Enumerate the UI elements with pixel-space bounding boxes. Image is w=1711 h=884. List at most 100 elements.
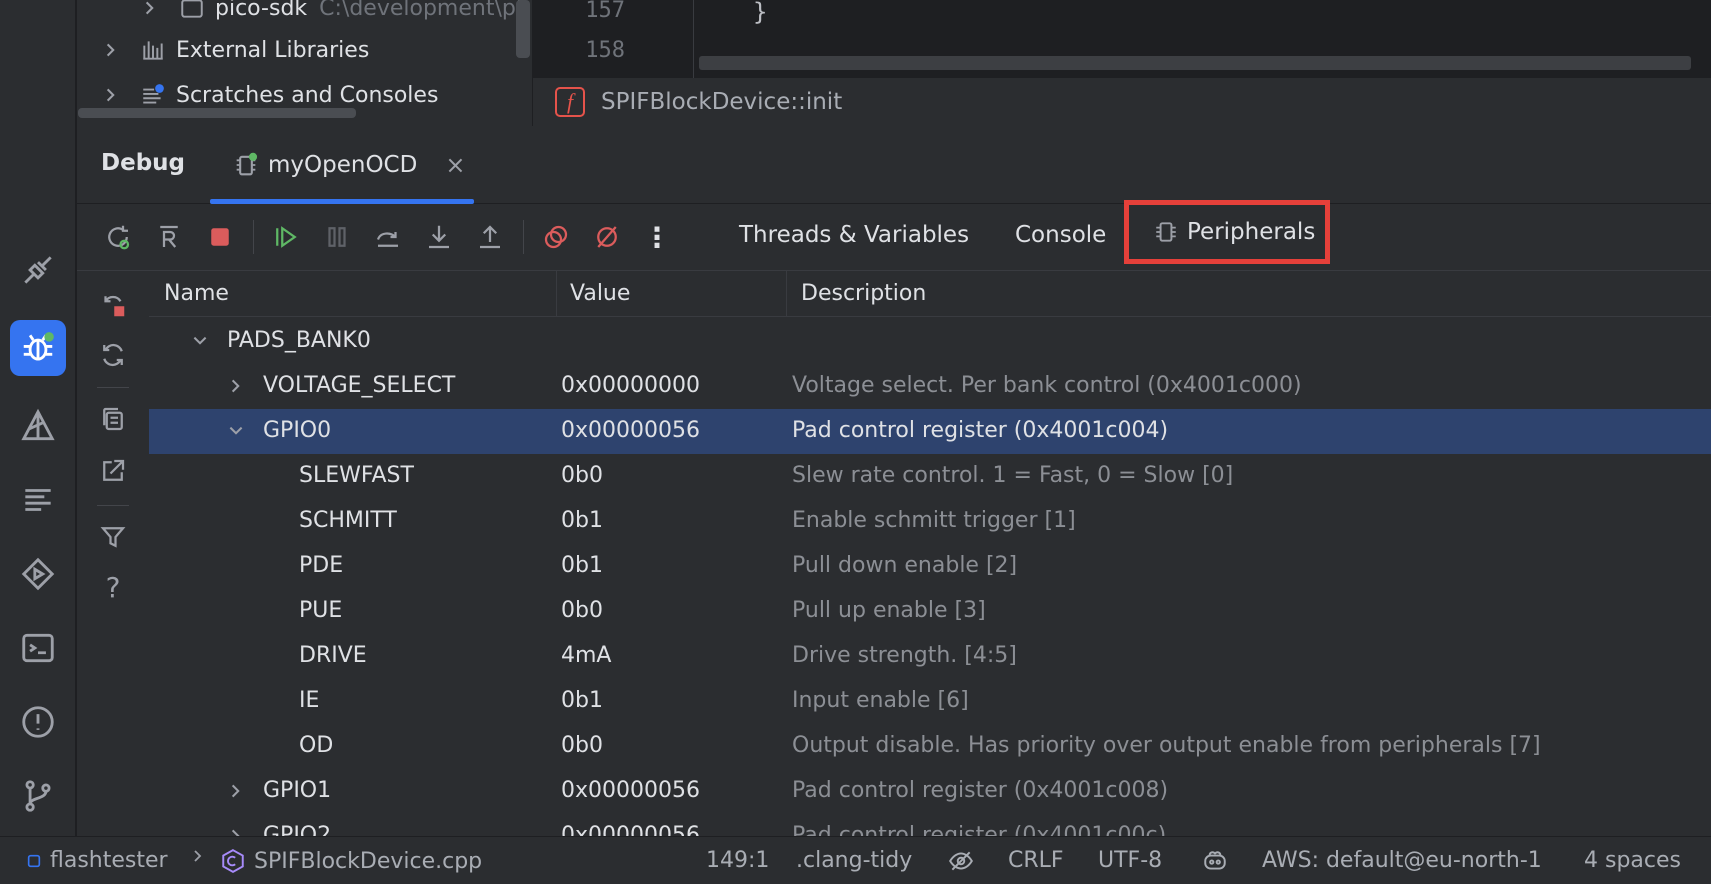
chevron-right-icon[interactable] bbox=[102, 86, 120, 104]
table-row[interactable]: VOLTAGE_SELECT 0x00000000 Voltage select… bbox=[149, 364, 1711, 409]
terminal-icon[interactable] bbox=[10, 620, 66, 676]
status-line-separator[interactable]: CRLF bbox=[1008, 848, 1064, 873]
chevron-right-icon[interactable] bbox=[141, 0, 159, 17]
copy-icon[interactable] bbox=[95, 401, 131, 437]
column-header-description[interactable]: Description bbox=[801, 281, 926, 306]
row-value[interactable]: 0x00000000 bbox=[561, 373, 700, 398]
stop-icon[interactable] bbox=[201, 218, 239, 256]
tab-myopenocd[interactable]: myOpenOCD × bbox=[210, 126, 474, 204]
table-row[interactable]: IE 0b1 Input enable [6] bbox=[149, 679, 1711, 724]
table-row[interactable]: PDE 0b1 Pull down enable [2] bbox=[149, 544, 1711, 589]
chevron-right-icon bbox=[190, 848, 206, 864]
export-icon[interactable] bbox=[95, 453, 131, 489]
status-caret-position[interactable]: 149:1 bbox=[706, 848, 769, 873]
filter-icon[interactable] bbox=[95, 519, 131, 555]
row-name: PADS_BANK0 bbox=[227, 328, 371, 353]
tab-peripherals[interactable]: Peripherals bbox=[1124, 200, 1330, 264]
table-row[interactable]: PUE 0b0 Pull up enable [3] bbox=[149, 589, 1711, 634]
row-value[interactable]: 4mA bbox=[561, 643, 611, 668]
column-resize-handle[interactable] bbox=[556, 271, 557, 317]
git-branch-icon[interactable] bbox=[10, 768, 66, 824]
horizontal-scrollbar[interactable] bbox=[78, 108, 356, 118]
row-value[interactable]: 0x00000056 bbox=[561, 418, 700, 443]
library-icon bbox=[143, 41, 163, 60]
tree-item-pico-sdk[interactable]: pico-sdk C:\development\pi bbox=[141, 0, 522, 28]
problems-icon[interactable] bbox=[10, 694, 66, 750]
row-value[interactable]: 0x00000056 bbox=[561, 823, 700, 836]
table-row[interactable]: DRIVE 4mA Drive strength. [4:5] bbox=[149, 634, 1711, 679]
table-row[interactable]: PADS_BANK0 bbox=[149, 319, 1711, 364]
step-into-icon[interactable] bbox=[420, 218, 458, 256]
activity-bar bbox=[0, 0, 76, 836]
tree-item-label: pico-sdk bbox=[215, 0, 308, 21]
line-number: 157 bbox=[585, 0, 625, 23]
restart-icon[interactable] bbox=[150, 218, 188, 256]
tab-threads-variables[interactable]: Threads & Variables bbox=[739, 222, 969, 248]
row-value[interactable]: 0b0 bbox=[561, 733, 603, 758]
status-encoding[interactable]: UTF-8 bbox=[1098, 848, 1162, 873]
mute-breakpoints-icon[interactable] bbox=[588, 218, 626, 256]
eye-crossed-icon[interactable] bbox=[948, 848, 974, 874]
chevron-down-icon[interactable] bbox=[191, 332, 209, 350]
peripherals-table: Name Value Description PADS_BANK0 VOLTAG… bbox=[149, 271, 1711, 836]
tree-item-external-libraries[interactable]: External Libraries bbox=[102, 30, 369, 70]
status-file[interactable]: SPIFBlockDevice.cpp bbox=[220, 848, 482, 874]
cpp-file-icon bbox=[222, 849, 244, 873]
row-value[interactable]: 0b1 bbox=[561, 508, 603, 533]
triangle-icon[interactable] bbox=[10, 398, 66, 454]
row-value[interactable]: 0b1 bbox=[561, 553, 603, 578]
table-row[interactable]: GPIO1 0x00000056 Pad control register (0… bbox=[149, 769, 1711, 814]
debug-icon[interactable] bbox=[10, 320, 66, 376]
help-icon[interactable]: ? bbox=[95, 569, 131, 605]
refresh-icon[interactable] bbox=[95, 337, 131, 373]
copilot-icon[interactable] bbox=[1202, 848, 1228, 874]
plug-icon[interactable] bbox=[10, 242, 66, 298]
status-file-label: SPIFBlockDevice.cpp bbox=[254, 848, 483, 874]
table-row[interactable]: GPIO2 0x00000056 Pad control register (0… bbox=[149, 814, 1711, 836]
table-row[interactable]: OD 0b0 Output disable. Has priority over… bbox=[149, 724, 1711, 769]
row-value[interactable]: 0b0 bbox=[561, 598, 603, 623]
status-project-label: flashtester bbox=[50, 848, 168, 873]
reset-icon[interactable] bbox=[95, 287, 131, 323]
chip-icon bbox=[236, 152, 258, 176]
run-icon[interactable] bbox=[10, 546, 66, 602]
vertical-scrollbar[interactable] bbox=[516, 0, 530, 58]
pause-icon[interactable] bbox=[318, 218, 356, 256]
table-row[interactable]: SCHMITT 0b1 Enable schmitt trigger [1] bbox=[149, 499, 1711, 544]
status-clang-tidy[interactable]: .clang-tidy bbox=[796, 848, 912, 873]
chevron-right-icon[interactable] bbox=[102, 41, 120, 59]
column-header-name[interactable]: Name bbox=[164, 281, 229, 306]
more-options-icon[interactable]: ⋮ bbox=[638, 218, 676, 256]
column-header-value[interactable]: Value bbox=[570, 281, 630, 306]
table-row-selected[interactable]: GPIO0 0x00000056 Pad control register (0… bbox=[149, 409, 1711, 454]
scratches-icon bbox=[143, 84, 164, 104]
row-name: GPIO1 bbox=[263, 778, 332, 803]
structure-icon[interactable] bbox=[10, 472, 66, 528]
status-aws-profile[interactable]: AWS: default@eu-north-1 bbox=[1262, 848, 1542, 873]
step-over-icon[interactable] bbox=[369, 218, 407, 256]
chevron-down-icon[interactable] bbox=[227, 422, 245, 440]
breadcrumb-function[interactable]: SPIFBlockDevice::init bbox=[601, 89, 842, 115]
view-breakpoints-icon[interactable] bbox=[537, 218, 575, 256]
row-value[interactable]: 0b1 bbox=[561, 688, 603, 713]
status-indent[interactable]: 4 spaces bbox=[1584, 848, 1681, 873]
code-line[interactable]: } bbox=[753, 0, 767, 26]
chevron-right-icon[interactable] bbox=[227, 782, 245, 800]
tree-item-label: External Libraries bbox=[176, 37, 370, 63]
chevron-right-icon[interactable] bbox=[227, 827, 245, 837]
row-description: Voltage select. Per bank control (0x4001… bbox=[792, 373, 1302, 398]
row-value[interactable]: 0x00000056 bbox=[561, 778, 700, 803]
editor-breadcrumb[interactable]: f SPIFBlockDevice::init bbox=[533, 78, 1711, 126]
resume-icon[interactable] bbox=[267, 218, 305, 256]
status-project[interactable]: flashtester bbox=[26, 848, 168, 873]
chevron-right-icon[interactable] bbox=[227, 377, 245, 395]
row-value[interactable]: 0b0 bbox=[561, 463, 603, 488]
column-resize-handle[interactable] bbox=[786, 271, 787, 317]
step-out-icon[interactable] bbox=[471, 218, 509, 256]
editor-horizontal-scrollbar[interactable] bbox=[699, 56, 1691, 70]
row-name: OD bbox=[299, 733, 334, 758]
close-icon[interactable]: × bbox=[445, 151, 465, 179]
tab-console[interactable]: Console bbox=[1015, 222, 1106, 248]
table-row[interactable]: SLEWFAST 0b0 Slew rate control. 1 = Fast… bbox=[149, 454, 1711, 499]
rerun-icon[interactable] bbox=[99, 218, 137, 256]
